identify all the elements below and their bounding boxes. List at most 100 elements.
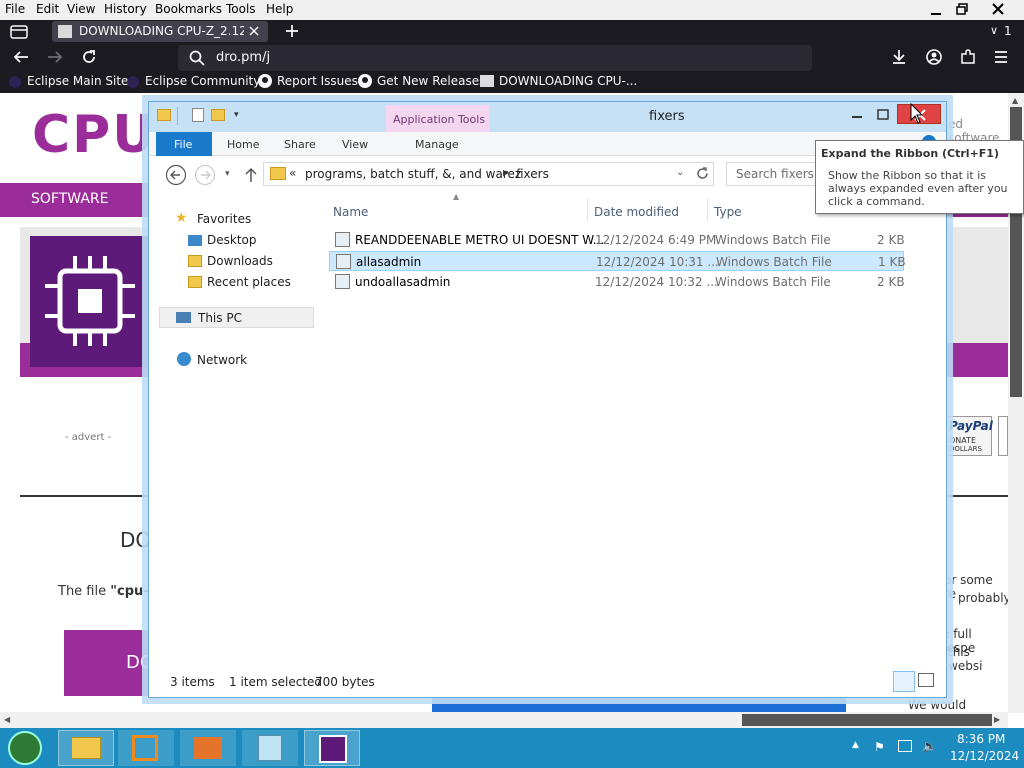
account-icon[interactable] (926, 49, 942, 65)
bookmark-downloading-cpu[interactable]: DOWNLOADING CPU-... (499, 74, 637, 88)
close-icon[interactable] (992, 3, 1004, 15)
extensions-icon[interactable] (960, 49, 976, 65)
network-tray-icon[interactable] (898, 740, 912, 752)
start-orb-icon[interactable] (8, 731, 42, 765)
nav-favorites[interactable]: Favorites (197, 212, 251, 226)
app-menu-icon[interactable] (994, 50, 1008, 64)
status-size: 700 bytes (315, 675, 375, 689)
explorer-minimize-icon[interactable] (845, 107, 869, 123)
menu-file[interactable]: File (5, 2, 25, 16)
explorer-title-bar[interactable]: ▾ Application Tools fixers (149, 102, 946, 132)
tab-manage[interactable]: Manage (415, 138, 459, 151)
properties-icon[interactable] (192, 108, 204, 122)
clock-time[interactable]: 8:36 PM (957, 732, 1005, 746)
browser-tab[interactable]: DOWNLOADING CPU-Z_2.12-EN (52, 21, 268, 42)
back-icon[interactable] (13, 50, 29, 64)
tab-file-label: File (174, 138, 193, 151)
navigation-pane: ★ Favorites Desktop Downloads Recent pla… (157, 196, 317, 662)
tab-close-icon[interactable] (249, 26, 259, 36)
scroll-right-icon[interactable]: ▶ (994, 715, 1000, 724)
taskbar-app-explorer[interactable] (58, 730, 114, 766)
explorer-maximize-icon[interactable] (871, 107, 895, 123)
minimize-icon[interactable] (930, 4, 942, 16)
up-arrow-icon[interactable] (245, 167, 257, 183)
tab-home[interactable]: Home (227, 138, 259, 151)
site-logo[interactable]: CPU (32, 105, 157, 165)
menu-view[interactable]: View (67, 2, 95, 16)
file-size: 2 KB (877, 275, 905, 289)
menu-bookmarks[interactable]: Bookmarks (155, 2, 222, 16)
nav-desktop[interactable]: Desktop (207, 233, 257, 247)
horizontal-scrollbar[interactable]: ◀ ▶ (0, 712, 1008, 728)
bookmark-get-new-releases[interactable]: Get New Releases (377, 74, 485, 88)
column-name[interactable]: Name (333, 205, 368, 219)
search-box[interactable]: Search fixers (726, 162, 826, 186)
scroll-up-icon[interactable]: ▲ (1012, 96, 1018, 105)
recent-places-icon (188, 276, 202, 288)
refresh-icon[interactable] (696, 167, 709, 180)
tab-view[interactable]: View (342, 138, 368, 151)
downloads-icon[interactable] (891, 49, 907, 65)
taskbar-app-vmware[interactable] (118, 730, 174, 766)
file-name: allasadmin (356, 255, 422, 269)
nav-this-pc[interactable]: This PC (159, 307, 314, 328)
bookmark-eclipse-main[interactable]: Eclipse Main Site (27, 74, 128, 88)
taskbar-app-sublime[interactable] (180, 730, 236, 766)
menu-edit[interactable]: Edit (36, 2, 59, 16)
file-row[interactable]: REANDDEENABLE METRO UI DOESNT W... 12/12… (329, 230, 905, 250)
nav-network[interactable]: Network (197, 353, 247, 367)
column-date-modified[interactable]: Date modified (594, 205, 679, 219)
new-tab-icon[interactable] (285, 24, 299, 38)
action-center-flag-icon[interactable]: ⚑ (874, 740, 885, 754)
menu-tools[interactable]: Tools (226, 2, 256, 16)
paypal-donate-label: ONATE (949, 436, 977, 445)
column-type[interactable]: Type (714, 205, 742, 219)
large-icons-view-icon[interactable] (918, 673, 934, 687)
breadcrumb-separator-icon[interactable]: ▶ (503, 168, 509, 177)
nav-downloads[interactable]: Downloads (207, 254, 273, 268)
tab-file[interactable]: File (156, 132, 212, 156)
forward-arrow-icon[interactable] (194, 164, 216, 186)
list-tabs-chevron-icon[interactable]: ∨ (990, 24, 998, 37)
star-icon: ★ (175, 210, 188, 226)
nav-software[interactable]: SOFTWARE (31, 191, 109, 207)
new-folder-icon[interactable] (211, 109, 225, 121)
qat-divider (177, 107, 178, 125)
file-name: undoallasadmin (355, 275, 451, 289)
taskbar-app-notepad[interactable] (242, 730, 298, 766)
menu-help[interactable]: Help (266, 2, 293, 16)
volume-muted-icon[interactable]: 🔈 (922, 739, 937, 753)
breadcrumb-programs[interactable]: programs, batch stuff, &, and warez (305, 167, 521, 181)
restore-icon[interactable] (956, 3, 968, 15)
show-hidden-icons-icon[interactable]: ▲ (852, 740, 859, 750)
breadcrumb-fixers[interactable]: fixers (516, 167, 549, 181)
github-icon (358, 74, 372, 88)
cpuid-favicon (58, 25, 72, 38)
firefox-view-icon[interactable] (10, 24, 28, 40)
file-row-selected[interactable]: allasadmin 12/12/2024 10:31 ... Windows … (329, 251, 906, 271)
menu-history[interactable]: History (104, 2, 147, 16)
file-date: 12/12/2024 10:32 ... (595, 275, 718, 289)
forward-icon[interactable] (47, 50, 63, 64)
file-row[interactable]: undoallasadmin 12/12/2024 10:32 ... Wind… (329, 272, 905, 292)
clock-date[interactable]: 12/12/2024 (950, 749, 1019, 763)
scroll-left-icon[interactable]: ◀ (4, 715, 10, 724)
reload-icon[interactable] (81, 49, 97, 65)
paypal-donate-button[interactable]: PayPal ONATE DOLLARS (946, 416, 993, 456)
computer-icon (176, 312, 191, 323)
breadcrumb-overflow[interactable]: « (289, 166, 296, 180)
hscroll-thumb[interactable] (742, 714, 992, 726)
address-bar[interactable]: « programs, batch stuff, &, and warez ▶ … (263, 162, 714, 186)
url-bar[interactable]: dro.pm/j (178, 45, 812, 71)
tab-share[interactable]: Share (284, 138, 316, 151)
details-view-icon[interactable] (893, 671, 915, 692)
nav-recent-places[interactable]: Recent places (207, 275, 291, 289)
back-arrow-icon[interactable] (165, 164, 187, 186)
bookmark-eclipse-community[interactable]: Eclipse Community (145, 74, 260, 88)
download-button[interactable]: DO (64, 630, 154, 696)
bookmark-report-issues[interactable]: Report Issues (277, 74, 358, 88)
address-dropdown-icon[interactable]: ⌄ (676, 167, 684, 178)
taskbar-app-cpuz[interactable] (304, 730, 360, 766)
qat-dropdown-icon[interactable]: ▾ (234, 110, 239, 120)
recent-locations-icon[interactable]: ▾ (225, 169, 230, 179)
